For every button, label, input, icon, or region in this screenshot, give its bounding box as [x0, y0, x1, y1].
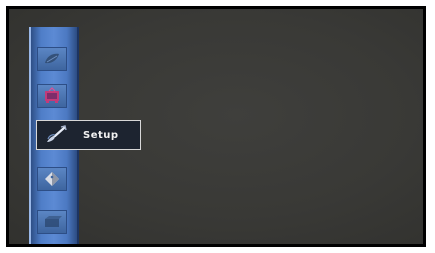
menu-item-channel[interactable]	[37, 84, 67, 108]
tag-icon	[42, 170, 62, 188]
tv-icon	[42, 87, 62, 105]
menu-item-source[interactable]	[37, 210, 67, 234]
menu-item-features[interactable]	[37, 167, 67, 191]
menu-item-setup-selected[interactable]: Setup	[36, 120, 141, 150]
wrench-icon	[43, 124, 69, 146]
box-icon	[42, 214, 62, 230]
setup-label: Setup	[83, 129, 119, 141]
tv-screen: Setup	[6, 6, 426, 247]
leaf-icon	[42, 51, 62, 67]
menu-item-picture[interactable]	[37, 47, 67, 71]
